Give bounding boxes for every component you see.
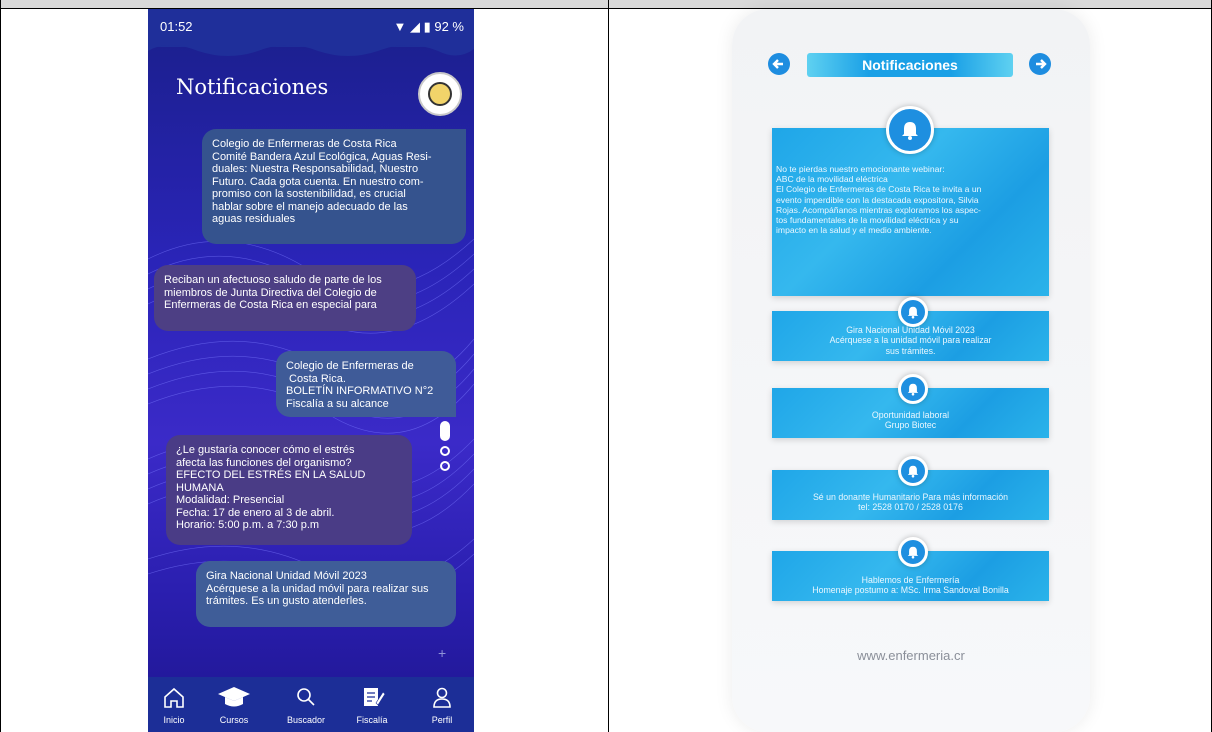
notification-bubble[interactable]: Reciban un afectuoso saludo de parte de …: [154, 265, 416, 331]
page-title: Notificaciones: [176, 75, 329, 99]
page-title: Notificaciones: [807, 53, 1013, 77]
nav-item-fiscalia[interactable]: Fiscalía: [342, 683, 402, 725]
home-icon: [164, 687, 184, 708]
nav-item-buscador[interactable]: Buscador: [276, 683, 336, 725]
add-button[interactable]: +: [438, 645, 446, 661]
status-icons: ▼ ◢ ▮ 92 %: [393, 19, 464, 35]
battery-icon: ▮: [423, 19, 431, 34]
website-link[interactable]: www.enfermeria.cr: [732, 648, 1090, 663]
page-dot[interactable]: [440, 446, 450, 456]
forward-arrow-button[interactable]: [1029, 53, 1051, 75]
page-dot-active[interactable]: [440, 421, 450, 441]
notification-card[interactable]: Gira Nacional Unidad Móvil 2023 Acérques…: [772, 297, 1049, 361]
notification-bubble[interactable]: Colegio de Enfermeras de Costa Rica. BOL…: [276, 351, 456, 417]
page-dot[interactable]: [440, 461, 450, 471]
bell-icon: [898, 456, 928, 486]
bottom-nav: Inicio Cursos Buscador Fiscalía Perfil: [148, 677, 474, 732]
bell-icon: [898, 537, 928, 567]
nav-item-perfil[interactable]: Perfil: [412, 683, 472, 725]
battery-level: 92 %: [434, 19, 464, 34]
notification-card[interactable]: No te pierdas nuestro emocionante webina…: [772, 106, 1049, 296]
left-phone-screen: 01:52 ▼ ◢ ▮ 92 % Notificaciones Colegio …: [148, 9, 474, 732]
header-wave: [148, 39, 474, 56]
notification-bubble[interactable]: ¿Le gustaría conocer cómo el estrés afec…: [166, 435, 412, 545]
nav-item-inicio[interactable]: Inicio: [148, 683, 204, 725]
document-pen-icon: [364, 688, 385, 706]
notification-card[interactable]: Oportunidad laboral Grupo Biotec: [772, 374, 1049, 438]
notification-bubble[interactable]: Colegio de Enfermeras de Costa Rica Comi…: [202, 129, 466, 244]
signal-icon: ◢: [409, 19, 420, 34]
arrow-left-icon: [772, 59, 783, 69]
notification-card[interactable]: Sé un donante Humanitario Para más infor…: [772, 456, 1049, 520]
status-time: 01:52: [160, 19, 193, 34]
bell-icon: [898, 297, 928, 327]
wifi-icon: ▼: [393, 19, 407, 34]
notification-bubble[interactable]: Gira Nacional Unidad Móvil 2023 Acérques…: [196, 561, 456, 627]
page-indicator[interactable]: [440, 421, 450, 476]
college-logo[interactable]: [418, 72, 462, 116]
graduation-cap-icon: [218, 687, 250, 707]
user-icon: [433, 687, 451, 708]
arrow-right-icon: [1036, 59, 1047, 69]
notification-card[interactable]: Hablemos de Enfermería Homenaje postumo …: [772, 537, 1049, 601]
bell-icon: [898, 374, 928, 404]
nav-item-cursos[interactable]: Cursos: [204, 683, 264, 725]
right-phone-mockup: Notificaciones No te pierdas nuestro emo…: [732, 9, 1090, 732]
search-icon: [297, 688, 315, 706]
back-arrow-button[interactable]: [768, 53, 790, 75]
bell-icon: [886, 106, 934, 154]
